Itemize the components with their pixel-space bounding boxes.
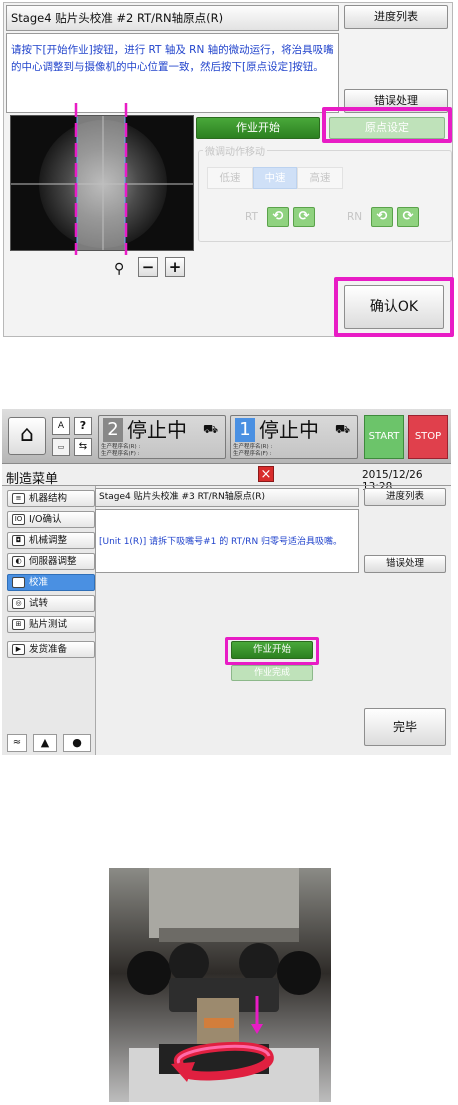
sidebar-item-placement-test[interactable]: ⊞ 贴片测试 [7, 616, 95, 633]
alignment-guide-lines [74, 103, 128, 255]
help-icon[interactable]: ? [74, 417, 92, 435]
top-status-bar: ⌂ A ? ▭ ⇆ 2 停止中 ⛟ 生产程序名(R) : 生产程序名(F) : … [2, 409, 451, 464]
sidebar-item-servo-adjust[interactable]: ◐ 伺服器调整 [7, 553, 95, 570]
status-unit-2: 2 停止中 ⛟ 生产程序名(R) : 生产程序名(F) : [98, 415, 226, 459]
sidebar-item-label: 发货准备 [29, 644, 68, 655]
servo-icon: ◐ [12, 556, 25, 567]
sidebar-item-label: 校准 [29, 577, 49, 588]
sidebar-item-trial-run[interactable]: ◎ 试转 [7, 595, 95, 612]
sidebar-item-machine-structure[interactable]: ≡ 机器结构 [7, 490, 95, 507]
sidebar-item-shipping-prep[interactable]: ▶ 发货准备 [7, 641, 95, 658]
speed-mid-button[interactable]: 中速 [253, 167, 297, 189]
sidebar-item-mechanical-adjust[interactable]: ◘ 机械调整 [7, 532, 95, 549]
instruction-message: 请按下[开始作业]按钮，进行 RT 轴及 RN 轴的微动运行，将治具吸嘴 的中心… [6, 33, 339, 113]
work-done-button[interactable]: 作业完成 [231, 665, 313, 681]
trial-run-icon: ◎ [12, 598, 25, 609]
start-work-button[interactable]: 作业开始 [196, 117, 320, 139]
mechanism-icon: ◘ [12, 535, 25, 546]
transfer-icon[interactable]: ⇆ [74, 438, 92, 456]
instruction-message: [Unit 1(R)] 请拆下吸嘴号#1 的 RT/RN 归零号适治具吸嘴。 [95, 509, 359, 573]
sidebar-item-label: 试转 [29, 598, 49, 609]
zoom-icon: ⚲ [114, 261, 125, 277]
unit-2-program-r: 生产程序名(R) : [101, 444, 141, 450]
rn-label: RN [347, 211, 363, 223]
unit-1-program-r: 生产程序名(R) : [233, 444, 273, 450]
sidebar-item-label: 机器结构 [29, 493, 68, 504]
zoom-out-button[interactable]: − [138, 257, 158, 277]
unit-2-program-f: 生产程序名(F) : [101, 451, 140, 457]
machine-icon: ⛟ [335, 422, 351, 436]
rt-rotate-ccw-icon[interactable]: ⟲ [267, 207, 289, 227]
rt-label: RT [245, 211, 258, 223]
unit-1-program-f: 生产程序名(F) : [233, 451, 272, 457]
calibration-panel-rt-rn-origin: Stage4 贴片头校准 #2 RT/RN轴原点(R) 进度列表 请按下[开始作… [3, 2, 454, 337]
manufacturing-menu-screen: ⌂ A ? ▭ ⇆ 2 停止中 ⛟ 生产程序名(R) : 生产程序名(F) : … [2, 409, 451, 755]
mode-icon[interactable]: ▭ [52, 438, 70, 456]
io-icon: IO [12, 514, 25, 525]
status-unit-1: 1 停止中 ⛟ 生产程序名(R) : 生产程序名(F) : [230, 415, 358, 459]
unit-1-status: 停止中 [259, 418, 319, 442]
error-handling-button[interactable]: 错误处理 [364, 555, 446, 573]
sidebar-item-io-check[interactable]: IO I/O确认 [7, 511, 95, 528]
panel-title: Stage4 贴片头校准 #2 RT/RN轴原点(R) [6, 5, 339, 31]
micro-move-label: 微调动作移动 [203, 143, 267, 158]
info-icon[interactable]: ● [63, 734, 91, 752]
machine-icon: ⛟ [203, 422, 219, 436]
placement-test-icon: ⊞ [12, 619, 25, 630]
unit-2-number: 2 [103, 418, 123, 442]
start-work-button[interactable]: 作业开始 [231, 641, 313, 659]
confirm-ok-button[interactable]: 确认OK [344, 285, 444, 329]
a-icon[interactable]: A [52, 417, 70, 435]
unit-2-status: 停止中 [127, 418, 187, 442]
finish-button[interactable]: 完毕 [364, 708, 446, 746]
rn-rotate-ccw-icon[interactable]: ⟲ [371, 207, 393, 227]
speed-selector: 低速 中速 高速 [207, 167, 343, 189]
warning-icon[interactable]: ▲ [33, 734, 57, 752]
nozzle-photo [109, 868, 331, 1102]
unit-1-number: 1 [235, 418, 255, 442]
speed-low-button[interactable]: 低速 [207, 167, 253, 189]
micro-move-group: 微调动作移动 低速 中速 高速 RT ⟲ ⟳ RN ⟲ ⟳ [198, 143, 452, 242]
rt-rotate-cw-icon[interactable]: ⟳ [293, 207, 315, 227]
sidebar-item-label: 贴片测试 [29, 619, 68, 630]
nozzle-photo-illustration [109, 868, 331, 1102]
origin-set-button[interactable]: 原点设定 [329, 117, 445, 139]
start-button[interactable]: START [364, 415, 404, 459]
zoom-in-button[interactable]: + [165, 257, 185, 277]
stop-button[interactable]: STOP [408, 415, 448, 459]
speed-high-button[interactable]: 高速 [297, 167, 343, 189]
sidebar-item-label: I/O确认 [29, 514, 62, 525]
sidebar-item-label: 机械调整 [29, 535, 68, 546]
list-icon: ≡ [12, 493, 25, 504]
calibration-icon: ⊡ [12, 577, 25, 588]
rn-rotate-cw-icon[interactable]: ⟳ [397, 207, 419, 227]
instruction-line-1: 请按下[开始作业]按钮，进行 RT 轴及 RN 轴的微动运行，将治具吸嘴 [11, 44, 334, 56]
home-icon[interactable]: ⌂ [8, 417, 46, 455]
shipping-icon: ▶ [12, 644, 25, 655]
progress-list-button[interactable]: 进度列表 [344, 5, 448, 29]
close-icon[interactable]: × [258, 466, 274, 482]
progress-list-button[interactable]: 进度列表 [364, 488, 446, 506]
sidebar-item-label: 伺服器调整 [29, 556, 77, 567]
sidebar-item-calibration[interactable]: ⊡ 校准 [7, 574, 95, 591]
panel-title: Stage4 贴片头校准 #3 RT/RN轴原点(R) [95, 488, 359, 507]
collapse-icon[interactable]: ≈ [7, 734, 27, 752]
instruction-line-2: 的中心调整到与摄像机的中心位置一致，然后按下[原点设定]按钮。 [11, 61, 324, 73]
